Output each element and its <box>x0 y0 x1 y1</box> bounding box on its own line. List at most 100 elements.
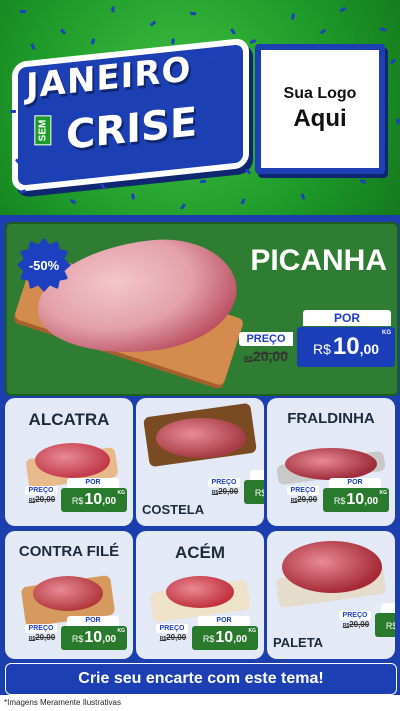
product-card[interactable]: ALCATRA PREÇO R$ 20,00 POR R$ 10,00 KG <box>5 398 133 526</box>
old-price-value: 20,00 <box>252 348 288 364</box>
product-name: CONTRA FILÉ <box>18 543 120 560</box>
confetti-piece <box>111 6 115 13</box>
confetti-piece <box>171 38 175 45</box>
new-price: R$10,00KG <box>192 626 258 650</box>
confetti-piece <box>339 6 347 13</box>
old-price-value: 20,00 <box>297 495 318 504</box>
campaign-logo: JANEIRO SEM CRISE <box>12 37 249 193</box>
new-price-unit: KG <box>382 330 391 336</box>
new-price: R$10,00KG <box>244 480 264 504</box>
product-image <box>285 448 377 480</box>
product-price-tag: PREÇOR$20,00PORR$10,00KG <box>156 616 264 658</box>
old-price: R$20,00 <box>208 487 242 496</box>
confetti-piece <box>199 179 207 184</box>
new-price-currency: R$ <box>71 496 84 506</box>
price-now-label: POR <box>198 616 250 626</box>
price-before-label: PREÇO <box>339 611 371 620</box>
confetti-piece <box>389 58 397 65</box>
new-price-currency: R$ <box>71 634 84 644</box>
logo-placeholder-line2: Aqui <box>293 105 347 132</box>
new-price-integer: 10 <box>215 629 234 646</box>
confetti-piece <box>379 27 387 32</box>
product-card[interactable]: ACÉM PREÇO R$20,00 POR R$ 10,00 KG <box>136 531 264 659</box>
new-price-integer: 10 <box>332 333 360 360</box>
new-price-currency: R$ <box>385 621 395 631</box>
confetti-piece <box>300 193 306 200</box>
product-price-tag: PREÇO R$ 20,00 PORR$10,00KG <box>339 603 395 645</box>
old-price-value: 20,00 <box>35 495 56 504</box>
product-card[interactable]: COSTELAPREÇOR$20,00PORR$10,00KG <box>136 398 264 526</box>
product-price-tag: PREÇOR$20,00PORR$10,00KG <box>208 470 264 512</box>
old-price: R$20,00 <box>239 348 293 364</box>
product-image <box>282 541 382 593</box>
price-now-label: POR <box>67 478 119 488</box>
product-card[interactable]: FRALDINHA PREÇO R$20,00 POR R$ 10,00 KG <box>267 398 395 526</box>
confetti-piece <box>130 193 136 200</box>
confetti-piece <box>189 11 197 16</box>
price-before-label: PREÇO <box>287 486 319 495</box>
product-name: ALCATRA <box>28 410 110 429</box>
price-now-label: POR <box>381 603 395 613</box>
new-price-unit: KG <box>117 490 126 496</box>
old-price-currency: R$ <box>244 356 253 363</box>
product-card[interactable]: PALETA PREÇO R$ 20,00 PORR$10,00KG <box>267 531 395 659</box>
cta-button[interactable]: Crie seu encarte com este tema! <box>5 663 397 695</box>
confetti-piece <box>396 118 400 125</box>
new-price-integer: 10 <box>84 491 103 508</box>
new-price-unit: KG <box>248 628 257 634</box>
old-price-value: 20,00 <box>349 620 370 629</box>
confetti-piece <box>90 38 96 45</box>
new-price-unit: KG <box>379 490 388 496</box>
confetti-piece <box>20 10 26 13</box>
price-now-label: POR <box>67 616 119 626</box>
new-price-integer: 10 <box>84 629 103 646</box>
price-before-label: PREÇO <box>156 624 188 633</box>
price-before-label: PREÇO <box>25 486 57 495</box>
product-image <box>33 576 103 611</box>
campaign-word-sem: SEM <box>34 115 52 146</box>
new-price: R$10,00KG <box>61 488 127 512</box>
confetti-piece <box>359 178 367 185</box>
featured-product-card[interactable]: -50% PICANHA PREÇO R$20,00 POR R$ 10,00 K… <box>5 222 399 396</box>
old-price-value: 20,00 <box>35 633 56 642</box>
old-price: R$20,00 <box>25 633 59 642</box>
logo-placeholder-line1: Sua Logo <box>283 85 357 102</box>
product-price-tag: PREÇOR$20,00 POR R$10,00KG <box>25 616 133 658</box>
confetti-piece <box>290 13 296 20</box>
confetti-piece <box>100 183 106 190</box>
product-name: PALETA <box>273 635 324 650</box>
disclaimer-text: *Imagens Meramente Ilustrativas <box>0 695 400 711</box>
old-price: R$20,00 <box>287 495 321 504</box>
header-banner: JANEIRO SEM CRISE Sua Logo Aqui <box>0 0 400 215</box>
product-name: COSTELA <box>142 502 205 517</box>
product-price-tag: PREÇO R$ 20,00 PORR$10,00KG <box>25 478 133 520</box>
confetti-piece <box>69 198 77 205</box>
old-price: R$20,00 <box>156 633 190 642</box>
new-price-decimal: ,00 <box>364 496 379 507</box>
old-price-value: 20,00 <box>218 487 239 496</box>
new-price-unit: KG <box>117 628 126 634</box>
confetti-piece <box>19 189 27 194</box>
confetti-piece <box>319 28 327 35</box>
confetti-piece <box>59 28 67 35</box>
product-name: ACÉM <box>174 543 226 562</box>
confetti-piece <box>180 203 186 210</box>
product-image <box>35 443 110 478</box>
price-before-label: PREÇO <box>25 624 57 633</box>
product-card[interactable]: CONTRA FILÉ PREÇO R$20,00 POR R$ 10,00 KG <box>5 531 133 659</box>
new-price: R$10,00KG <box>375 613 395 637</box>
new-price-decimal: ,00 <box>233 634 248 645</box>
price-now-label: POR <box>329 478 381 488</box>
new-price-integer: 10 <box>346 491 365 508</box>
logo-placeholder[interactable]: Sua Logo Aqui <box>255 44 385 174</box>
featured-product-name: PICANHA <box>250 244 387 277</box>
new-price-currency: R$ <box>312 341 331 357</box>
price-now-label: POR <box>303 310 391 326</box>
new-price-currency: R$ <box>202 634 215 644</box>
new-price-currency: R$ <box>254 488 264 498</box>
new-price: R$ 10,00 KG <box>297 327 395 367</box>
confetti-piece <box>249 38 257 45</box>
featured-price-tag: PREÇO R$20,00 POR R$ 10,00 KG <box>239 310 395 372</box>
new-price-decimal: ,00 <box>102 634 117 645</box>
price-before-label: PREÇO <box>208 478 240 487</box>
